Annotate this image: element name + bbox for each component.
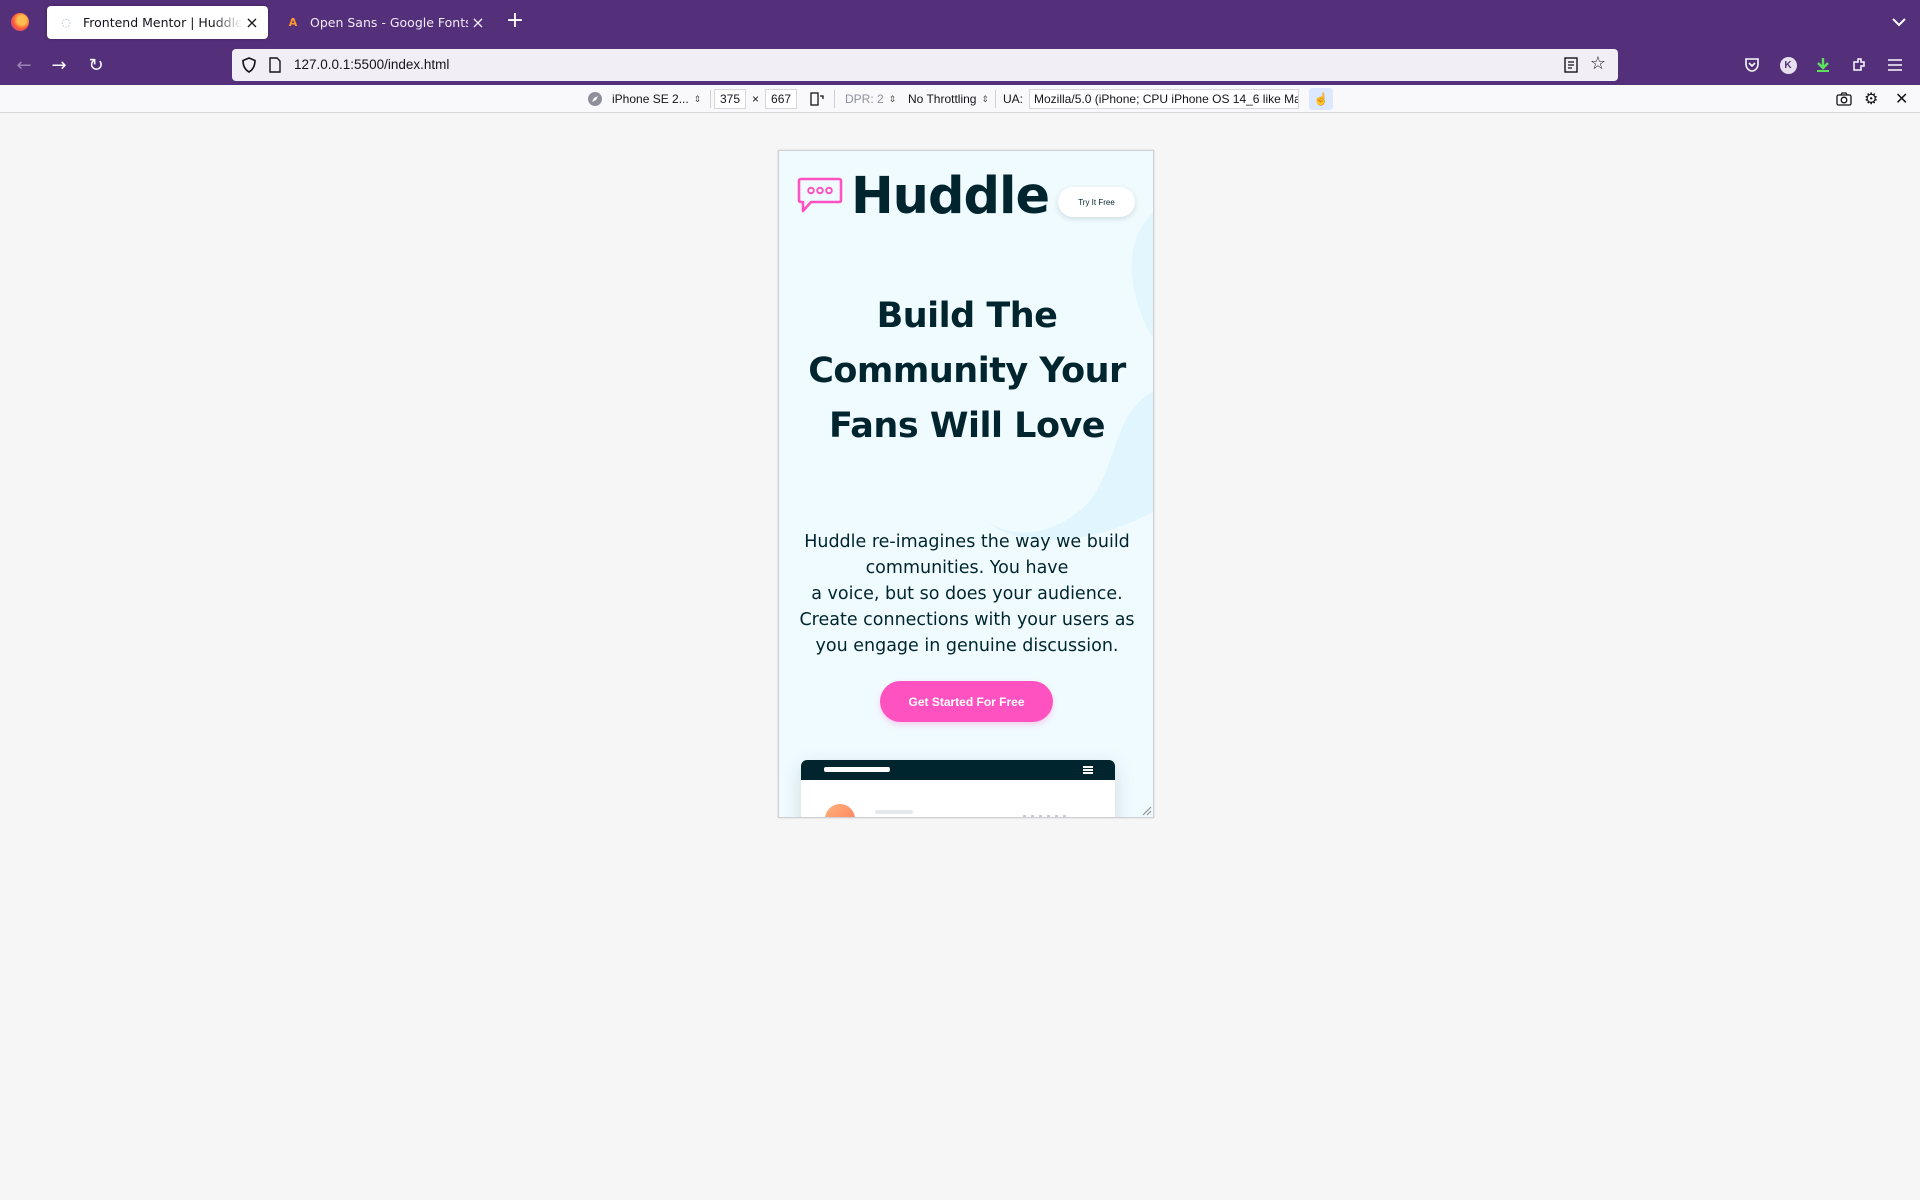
forward-button[interactable]: → [44, 51, 74, 79]
device-viewport: Huddle Try It Free Build The Community Y… [778, 150, 1154, 818]
hamburger-icon [1083, 766, 1093, 774]
ua-label: UA: [1003, 92, 1024, 106]
throttling-selector[interactable]: No Throttling ⇕ [908, 89, 989, 109]
hero-title: Build The Community Your Fans Will Love [808, 296, 1126, 446]
device-name: iPhone SE 2... [612, 92, 689, 106]
url-text[interactable]: 127.0.0.1:5500/index.html [294, 57, 449, 72]
get-started-button[interactable]: Get Started For Free [880, 681, 1053, 722]
dropdown-arrows-icon: ⇕ [981, 93, 990, 104]
close-icon: ✕ [1895, 91, 1909, 108]
avatar: K [1779, 56, 1797, 74]
camera-icon [1836, 92, 1852, 106]
navigation-toolbar: ← → ↻ 127.0.0.1:5500/index.html ☆ K [0, 44, 1920, 85]
separator [710, 90, 711, 108]
loading-icon: ◌ [61, 16, 71, 29]
touch-icon: ☝ [1309, 88, 1333, 110]
tab-huddle[interactable]: ◌ Frontend Mentor | Huddle landing page … [47, 6, 268, 39]
compass-icon [588, 92, 602, 106]
resize-handle-icon[interactable] [1140, 804, 1152, 816]
mockup-avatar [825, 804, 855, 817]
extensions-icon[interactable] [1847, 53, 1871, 77]
mockup-dots [1023, 815, 1069, 817]
separator [995, 90, 996, 108]
account-icon[interactable]: K [1776, 53, 1800, 77]
hero-line: you engage in genuine discussion. [815, 636, 1119, 656]
mockup-header [801, 760, 1115, 780]
hero-line: Create connections with your users as [799, 610, 1135, 630]
bookmark-star-icon[interactable]: ☆ [1588, 54, 1608, 74]
shield-icon[interactable] [240, 56, 258, 74]
address-bar[interactable]: 127.0.0.1:5500/index.html ☆ [232, 49, 1618, 81]
reader-view-icon[interactable] [1562, 56, 1580, 74]
gear-icon: ⚙ [1864, 91, 1879, 108]
mockup-text-line [875, 810, 913, 814]
google-fonts-icon: A [288, 16, 298, 29]
close-icon[interactable]: × [242, 13, 262, 33]
close-icon[interactable]: × [468, 13, 488, 33]
user-agent: UA: Mozilla/5.0 (iPhone; CPU iPhone OS 1… [1003, 89, 1300, 109]
page-icon[interactable] [268, 57, 282, 73]
hero-line: communities. You have [865, 558, 1069, 578]
width-input[interactable]: 375 [714, 89, 747, 109]
reload-button[interactable]: ↻ [81, 51, 111, 79]
ua-input[interactable]: Mozilla/5.0 (iPhone; CPU iPhone OS 14_6 … [1029, 89, 1300, 109]
separator [834, 90, 835, 108]
try-it-free-button[interactable]: Try It Free [1058, 187, 1135, 217]
responsive-design-toolbar: iPhone SE 2... ⇕ 375 × 667 DPR: 2 ⇕ No T… [0, 85, 1920, 113]
chevron-down-icon[interactable] [1888, 12, 1910, 32]
firefox-logo-icon [11, 13, 29, 31]
tab-title: Open Sans - Google Fonts [310, 15, 468, 30]
pocket-icon[interactable] [1740, 53, 1764, 77]
back-button[interactable]: ← [9, 51, 39, 79]
times-sign: × [752, 92, 760, 106]
settings-button[interactable]: ⚙ [1864, 89, 1878, 109]
menu-icon[interactable] [1883, 53, 1907, 77]
tab-strip: ◌ Frontend Mentor | Huddle landing page … [0, 0, 1920, 44]
viewport-size: 375 × 667 [714, 89, 798, 109]
app-mockup-illustration [801, 760, 1115, 817]
throttling-label: No Throttling [908, 92, 977, 106]
hero-description: Huddle re-imagines the way we build comm… [799, 529, 1135, 659]
dpr-label: DPR: 2 [845, 92, 884, 106]
close-rdm-button[interactable]: ✕ [1895, 89, 1908, 109]
dropdown-arrows-icon: ⇕ [888, 93, 897, 104]
new-tab-button[interactable]: + [503, 10, 527, 34]
rotate-viewport-button[interactable] [809, 89, 825, 109]
hero-line: Huddle re-imagines the way we build [804, 532, 1130, 552]
height-input[interactable]: 667 [765, 89, 798, 109]
screenshot-button[interactable] [1836, 89, 1852, 109]
brand-name: Huddle [851, 167, 1050, 226]
huddle-chat-logo-icon [797, 177, 843, 213]
tab-google-fonts[interactable]: A Open Sans - Google Fonts × [274, 6, 494, 39]
rotate-icon [810, 92, 824, 106]
device-selector[interactable]: iPhone SE 2... ⇕ [587, 89, 701, 109]
downloads-icon[interactable] [1811, 53, 1835, 77]
touch-simulation-button[interactable]: ☝ [1309, 88, 1333, 110]
dropdown-arrows-icon: ⇕ [693, 93, 702, 104]
tab-title: Frontend Mentor | Huddle landing page [83, 15, 242, 30]
dpr-selector[interactable]: DPR: 2 ⇕ [845, 89, 896, 109]
hero-line: a voice, but so does your audience. [811, 584, 1123, 604]
